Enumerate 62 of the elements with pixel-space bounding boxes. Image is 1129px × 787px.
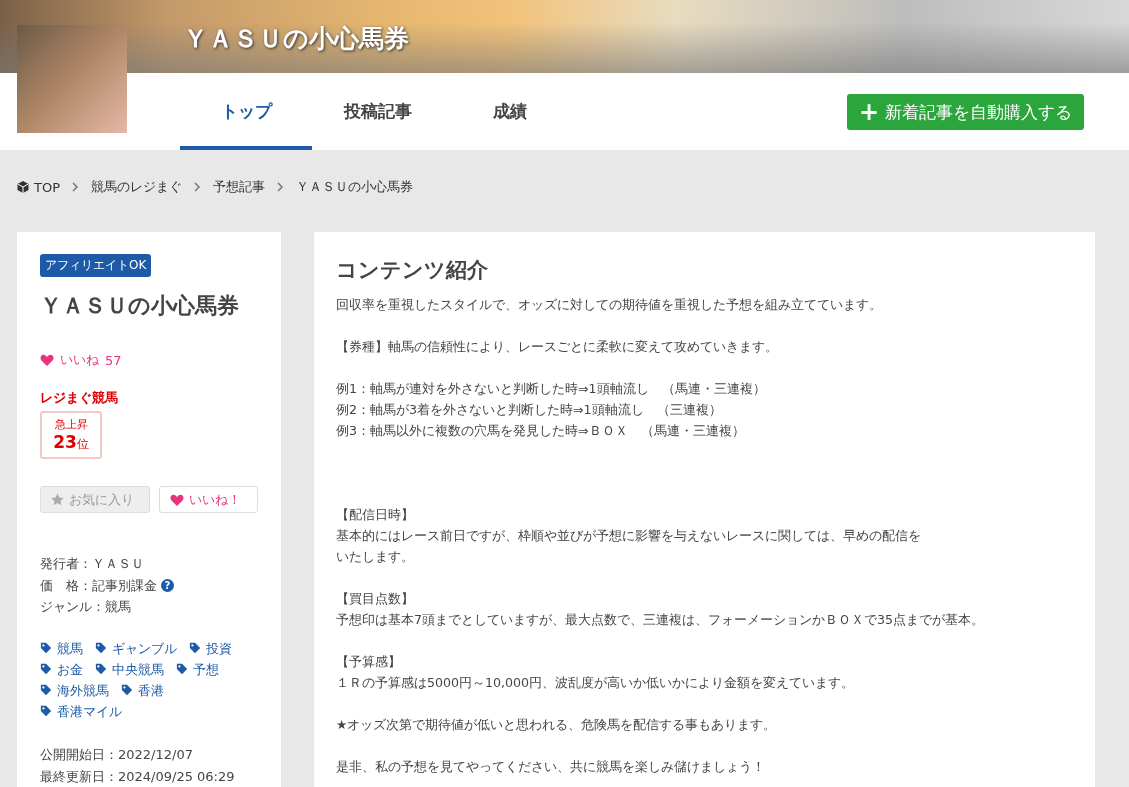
detail-text: ジャンル：競馬 [40, 598, 131, 616]
ranking-site-label: レジまぐ競馬 [40, 389, 119, 407]
body-text: １Ｒの予算感は5000円～10,000円、波乱度が高いか低いかにより金額を変えています。 [336, 674, 856, 692]
help-icon[interactable]: ? [161, 578, 174, 592]
rank-label: 急上昇 [54, 417, 88, 432]
rank-value: 23位 [53, 432, 89, 453]
tag-link[interactable]: 中央競馬 [95, 658, 164, 680]
tag-link[interactable]: 競馬 [40, 637, 83, 659]
body-text: 基本的にはレース前日ですが、枠順や並びが予想に影響を与えないレースに関しては、早めの配信を [336, 527, 922, 545]
tag-icon [176, 663, 188, 675]
nav-tab[interactable]: トップ [180, 73, 312, 150]
tag-link[interactable]: 予想 [176, 658, 219, 680]
tag-icon [121, 684, 133, 696]
nav-tab[interactable]: 投稿記事 [312, 73, 444, 150]
tag-link[interactable]: 海外競馬 [40, 679, 109, 701]
body-text: 【買目点数】 [336, 590, 415, 608]
breadcrumb-link[interactable]: ＹＡＳＵの小心馬券 [296, 178, 413, 196]
likes-label: いいね [60, 351, 99, 369]
heart-icon [40, 354, 54, 366]
tag-link[interactable]: 投資 [189, 637, 232, 659]
tag-link[interactable]: お金 [40, 658, 83, 680]
date-text: 最終更新日：2024/09/25 06:29 [40, 767, 236, 786]
date-text: 公開開始日：2022/12/07 [40, 745, 194, 764]
tag-icon [40, 705, 52, 717]
tag-icon [40, 684, 52, 696]
body-text: 例1：軸馬が連対を外さないと判断した時⇒1頭軸流し （馬連・三連複） [336, 380, 767, 398]
like-button[interactable]: いいね！ [159, 486, 258, 513]
profile-title: ＹＡＳＵの小心馬券 [40, 292, 240, 320]
breadcrumb-link[interactable]: 競馬のレジまぐ [91, 178, 182, 196]
tag-icon [40, 642, 52, 654]
body-text: 【券種】軸馬の信頼性により、レースごとに柔軟に変えて攻めていきます。 [336, 338, 779, 356]
chevron-icon [277, 182, 284, 192]
tag-link[interactable]: 香港マイル [40, 700, 122, 722]
body-text: 回収率を重視したスタイルで、オッズに対しての期待値を重視した予想を組み立てています。 [336, 296, 883, 314]
tag-icon [95, 663, 107, 675]
likes-count: 57 [105, 352, 122, 368]
tag-icon [40, 663, 52, 675]
body-text: 例2：軸馬が3着を外さないと判断した時⇒1頭軸流し （三連複） [336, 401, 723, 419]
body-text: 例3：軸馬以外に複数の穴馬を発見した時⇒ＢＯＸ （馬連・三連複） [336, 422, 746, 440]
site-title: ＹＡＳＵの小心馬券 [183, 23, 409, 55]
body-text: 【配信日時】 [336, 506, 415, 524]
body-text: 【予算感】 [336, 653, 402, 671]
body-text: いたします。 [336, 548, 415, 566]
heart-icon [170, 493, 185, 506]
affiliate-badge: アフィリエイトOK [40, 254, 152, 277]
body-text: 予想印は基本7頭までとしていますが、最大点数で、三連複は、フォーメーションかＢＯＸで35点までが基本。 [336, 611, 986, 629]
chevron-icon [72, 182, 79, 192]
nav-tab[interactable]: 成績 [444, 73, 576, 150]
tag-link[interactable]: ギャンブル [95, 637, 177, 659]
content-heading: コンテンツ紹介 [336, 257, 489, 284]
detail-text: 発行者：ＹＡＳＵ [40, 555, 144, 573]
detail-text: 価 格：記事別課金 [40, 576, 157, 595]
breadcrumb-link[interactable]: 予想記事 [213, 178, 265, 196]
body-text: ★オッズ次第で期待値が低いと思われる、危険馬を配信する事もあります。 [336, 716, 778, 734]
chevron-icon [194, 182, 201, 192]
breadcrumb-link[interactable]: TOP [17, 179, 60, 195]
body-text: 是非、私の予想を見てやってください、共に競馬を楽しみ儲けましょう！ [336, 758, 766, 776]
cube-icon [17, 181, 29, 193]
star-icon [51, 493, 64, 506]
tag-link[interactable]: 香港 [121, 679, 164, 701]
tag-icon [189, 642, 201, 654]
tag-icon [95, 642, 107, 654]
